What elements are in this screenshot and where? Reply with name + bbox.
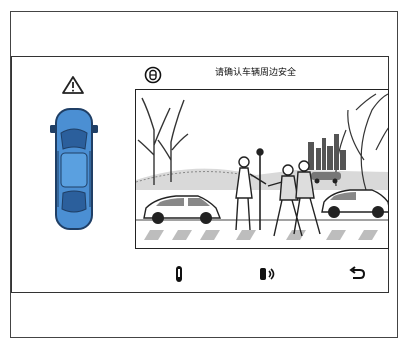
pedestrians xyxy=(235,148,321,237)
back-button[interactable] xyxy=(346,263,368,285)
vehicle-status-panel xyxy=(28,75,118,255)
camera-scene-illustration xyxy=(136,93,388,240)
car-topview-icon xyxy=(50,108,98,230)
camera-view-badge-icon[interactable] xyxy=(144,66,162,84)
sensor-toggle-button[interactable] xyxy=(168,263,190,285)
safety-warning-text: 请确认车辆周边安全 xyxy=(215,68,297,78)
parking-sensor-icon xyxy=(176,266,182,282)
right-car xyxy=(321,189,388,218)
speaker-icon xyxy=(260,268,275,280)
camera-view xyxy=(135,89,389,249)
warning-triangle-icon xyxy=(62,76,84,94)
vehicle-topview xyxy=(50,76,98,230)
sound-toggle-button[interactable] xyxy=(256,263,278,285)
return-arrow-icon xyxy=(349,266,366,279)
